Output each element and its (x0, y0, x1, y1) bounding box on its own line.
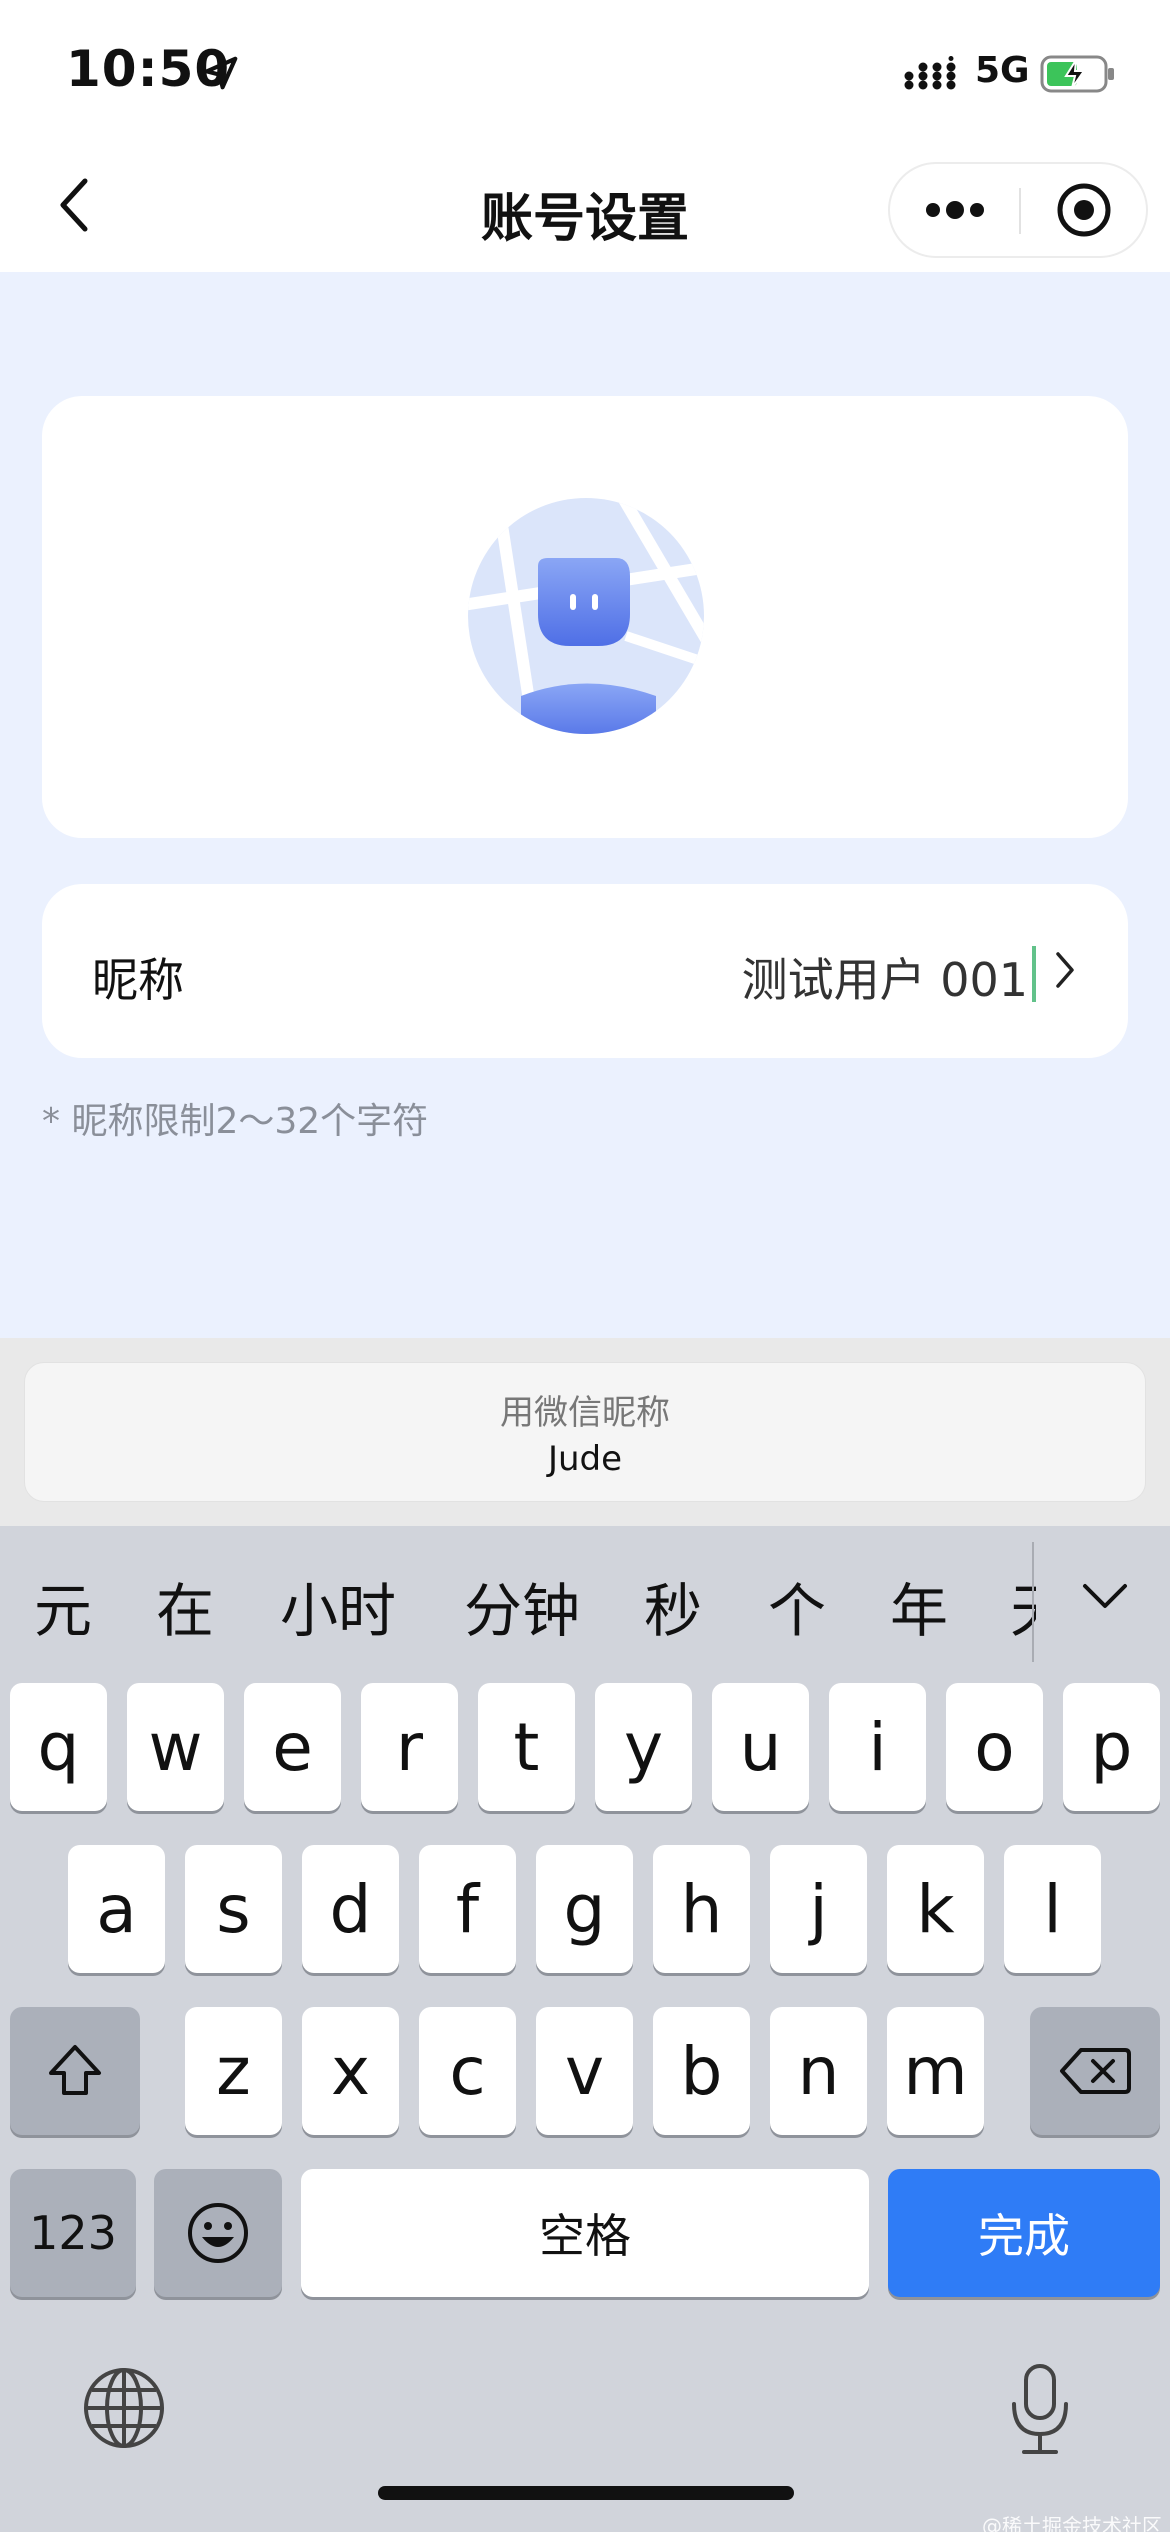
key-r[interactable]: r (361, 1683, 458, 1811)
more-dots-icon (926, 201, 984, 219)
key-x[interactable]: x (302, 2007, 399, 2135)
key-e[interactable]: e (244, 1683, 341, 1811)
key-s[interactable]: s (185, 1845, 282, 1973)
candidate-word[interactable]: 年 (890, 1564, 948, 1648)
watermark: @稀土掘金技术社区 (982, 2514, 1162, 2532)
key-g[interactable]: g (536, 1845, 633, 1973)
key-p[interactable]: p (1063, 1683, 1160, 1811)
battery-charging-icon (1040, 55, 1114, 93)
key-i[interactable]: i (829, 1683, 926, 1811)
nav-bar: 账号设置 (0, 140, 1170, 272)
status-bar: 10:50 5G (0, 0, 1170, 140)
chevron-down-icon (1083, 1584, 1127, 1608)
key-m[interactable]: m (887, 2007, 984, 2135)
shift-key[interactable] (10, 2007, 140, 2135)
space-key[interactable]: 空格 (301, 2169, 869, 2297)
key-n[interactable]: n (770, 2007, 867, 2135)
numbers-key[interactable]: 123 (10, 2169, 136, 2297)
key-q[interactable]: q (10, 1683, 107, 1811)
mic-icon[interactable] (1008, 2362, 1072, 2458)
key-z[interactable]: z (185, 2007, 282, 2135)
backspace-key[interactable] (1030, 2007, 1160, 2135)
key-w[interactable]: w (127, 1683, 224, 1811)
avatar-card (42, 396, 1128, 838)
key-k[interactable]: k (887, 1845, 984, 1973)
key-c[interactable]: c (419, 2007, 516, 2135)
avatar-image[interactable] (466, 496, 706, 736)
key-j[interactable]: j (770, 1845, 867, 1973)
backspace-icon (1060, 2048, 1131, 2094)
keyboard: 元 在 小时 分钟 秒 个 年 天 q w e r t y u i o p a … (0, 1526, 1170, 2532)
home-indicator (378, 2486, 794, 2500)
expand-candidates-button[interactable] (1070, 1566, 1140, 1626)
candidate-word[interactable]: 个 (768, 1564, 826, 1648)
key-l[interactable]: l (1004, 1845, 1101, 1973)
nickname-hint: * 昵称限制2～32个字符 (42, 1101, 429, 1142)
key-o[interactable]: o (946, 1683, 1043, 1811)
network-label: 5G (975, 50, 1030, 91)
suggestion-title: 用微信昵称 (500, 1393, 670, 1433)
key-d[interactable]: d (302, 1845, 399, 1973)
candidate-word[interactable]: 秒 (644, 1564, 702, 1648)
candidate-bar: 元 在 小时 分钟 秒 个 年 天 (0, 1526, 1170, 1676)
chevron-right-icon (1056, 952, 1074, 988)
key-a[interactable]: a (68, 1845, 165, 1973)
nickname-input[interactable]: 测试用户 001 (742, 944, 1028, 1010)
candidate-word[interactable]: 元 (34, 1564, 92, 1648)
shift-icon (49, 2045, 101, 2095)
close-target-icon (1057, 183, 1111, 237)
use-wechat-nickname-button[interactable]: 用微信昵称 Jude (24, 1362, 1146, 1502)
mini-program-capsule (888, 162, 1148, 258)
candidate-divider (1032, 1542, 1034, 1662)
location-arrow-icon (204, 56, 238, 90)
nickname-row[interactable]: 昵称 测试用户 001 (42, 884, 1128, 1058)
candidate-word[interactable]: 分钟 (464, 1564, 580, 1648)
suggestion-panel: 用微信昵称 Jude (0, 1338, 1170, 1526)
content-area: 昵称 测试用户 001 * 昵称限制2～32个字符 (0, 272, 1170, 1338)
key-f[interactable]: f (419, 1845, 516, 1973)
key-u[interactable]: u (712, 1683, 809, 1811)
key-h[interactable]: h (653, 1845, 750, 1973)
candidate-word[interactable]: 在 (156, 1564, 214, 1648)
emoji-key[interactable] (154, 2169, 282, 2297)
candidate-word[interactable]: 小时 (280, 1564, 396, 1648)
emoji-icon (188, 2203, 248, 2263)
key-b[interactable]: b (653, 2007, 750, 2135)
screen: 10:50 5G 账号设置 昵称 测试用户 001 * 昵称限制2～32个字符 … (0, 0, 1170, 2532)
text-cursor (1032, 946, 1036, 1002)
globe-icon[interactable] (82, 2366, 166, 2450)
nickname-label: 昵称 (92, 953, 184, 1007)
suggestion-name: Jude (547, 1439, 623, 1479)
key-v[interactable]: v (536, 2007, 633, 2135)
key-t[interactable]: t (478, 1683, 575, 1811)
signal-icon (904, 56, 956, 90)
key-y[interactable]: y (595, 1683, 692, 1811)
done-key[interactable]: 完成 (888, 2169, 1160, 2297)
close-button[interactable] (1020, 164, 1148, 256)
more-button[interactable] (890, 164, 1020, 256)
